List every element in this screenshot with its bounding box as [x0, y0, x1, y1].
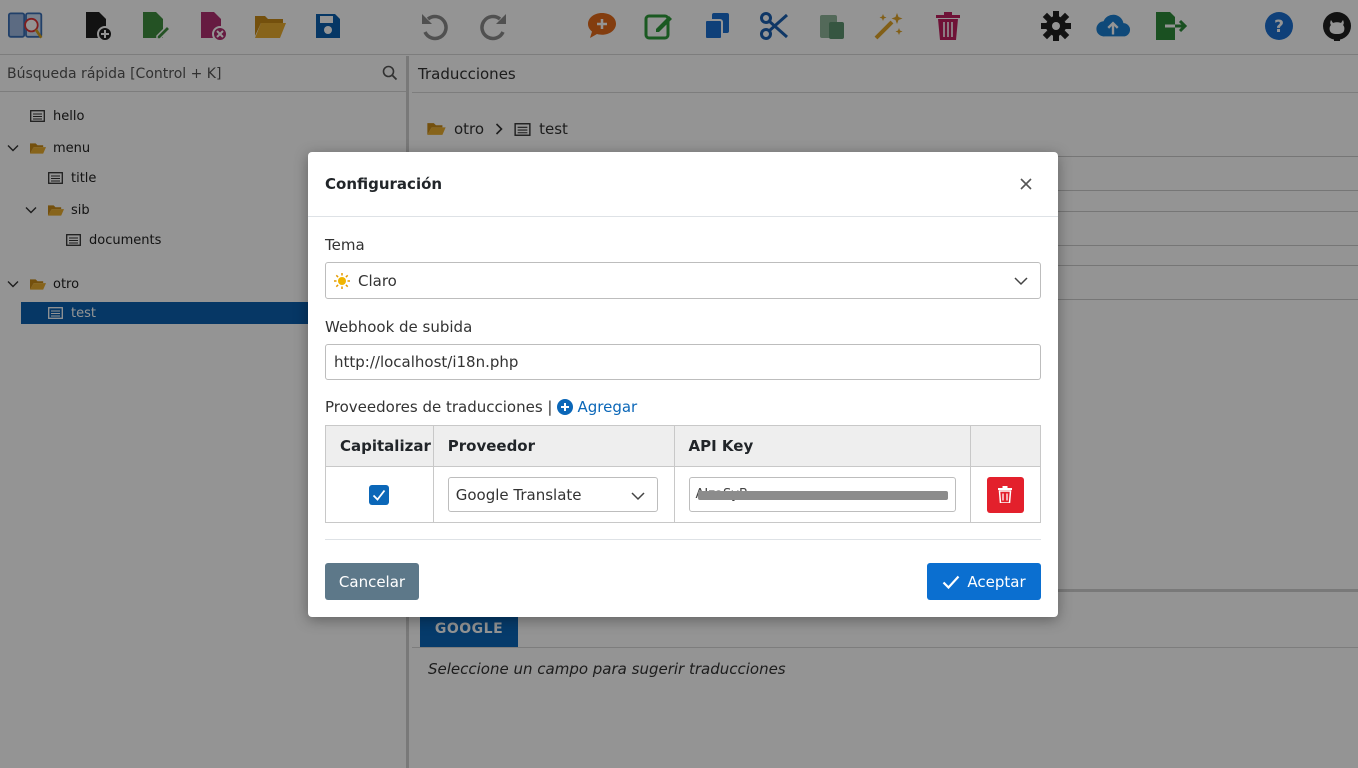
- provider-select[interactable]: Google Translate: [447, 477, 658, 512]
- checkmark-icon: [373, 489, 386, 501]
- cancel-label: Cancelar: [338, 572, 406, 591]
- capitalize-checkbox[interactable]: [369, 484, 390, 505]
- chevron-down-icon: [631, 492, 645, 501]
- checkmark-icon: [943, 575, 960, 589]
- api-key-input[interactable]: AIzaSyB: [688, 477, 956, 512]
- providers-table: Capitalizar Proveedor API Key Google Tra…: [325, 425, 1042, 523]
- column-header: Capitalizar: [325, 425, 434, 467]
- close-icon[interactable]: [1018, 176, 1034, 192]
- column-header: API Key: [673, 425, 971, 467]
- webhook-value: http://localhost/i18n.php: [334, 353, 519, 371]
- column-header: [969, 425, 1042, 467]
- divider: [325, 539, 1041, 540]
- modal-title: Configuración: [325, 175, 443, 193]
- chevron-down-icon: [1014, 277, 1028, 286]
- plus-circle-icon: [557, 399, 574, 415]
- cancel-button[interactable]: Cancelar: [325, 563, 419, 600]
- add-provider-link[interactable]: Agregar: [557, 398, 637, 416]
- column-header: Proveedor: [432, 425, 675, 467]
- redaction-mask: [697, 491, 948, 500]
- provider-cell: Google Translate: [432, 466, 675, 523]
- theme-select[interactable]: Claro: [325, 262, 1041, 299]
- providers-label: Proveedores de traducciones |: [325, 398, 553, 416]
- provider-value: Google Translate: [455, 485, 582, 504]
- actions-cell: [969, 466, 1042, 523]
- accept-button[interactable]: Aceptar: [927, 563, 1041, 600]
- webhook-label: Webhook de subida: [325, 318, 473, 336]
- delete-provider-button[interactable]: [986, 476, 1024, 513]
- theme-value: Claro: [358, 271, 397, 290]
- settings-modal: Configuración Tema Claro Webhook de subi…: [308, 152, 1058, 617]
- capitalize-cell: [325, 466, 434, 523]
- table-header-row: Capitalizar Proveedor API Key: [325, 425, 1042, 467]
- webhook-input[interactable]: http://localhost/i18n.php: [325, 344, 1041, 380]
- modal-header: Configuración: [308, 152, 1058, 217]
- table-row: Google Translate AIzaSyB: [325, 466, 1042, 523]
- trash-icon: [998, 486, 1013, 503]
- sun-icon: [334, 272, 350, 289]
- add-label: Agregar: [577, 398, 638, 416]
- api-key-cell: AIzaSyB: [673, 466, 971, 523]
- theme-label: Tema: [325, 236, 365, 254]
- providers-header: Proveedores de traducciones | Agregar: [325, 398, 637, 416]
- accept-label: Aceptar: [967, 572, 1026, 591]
